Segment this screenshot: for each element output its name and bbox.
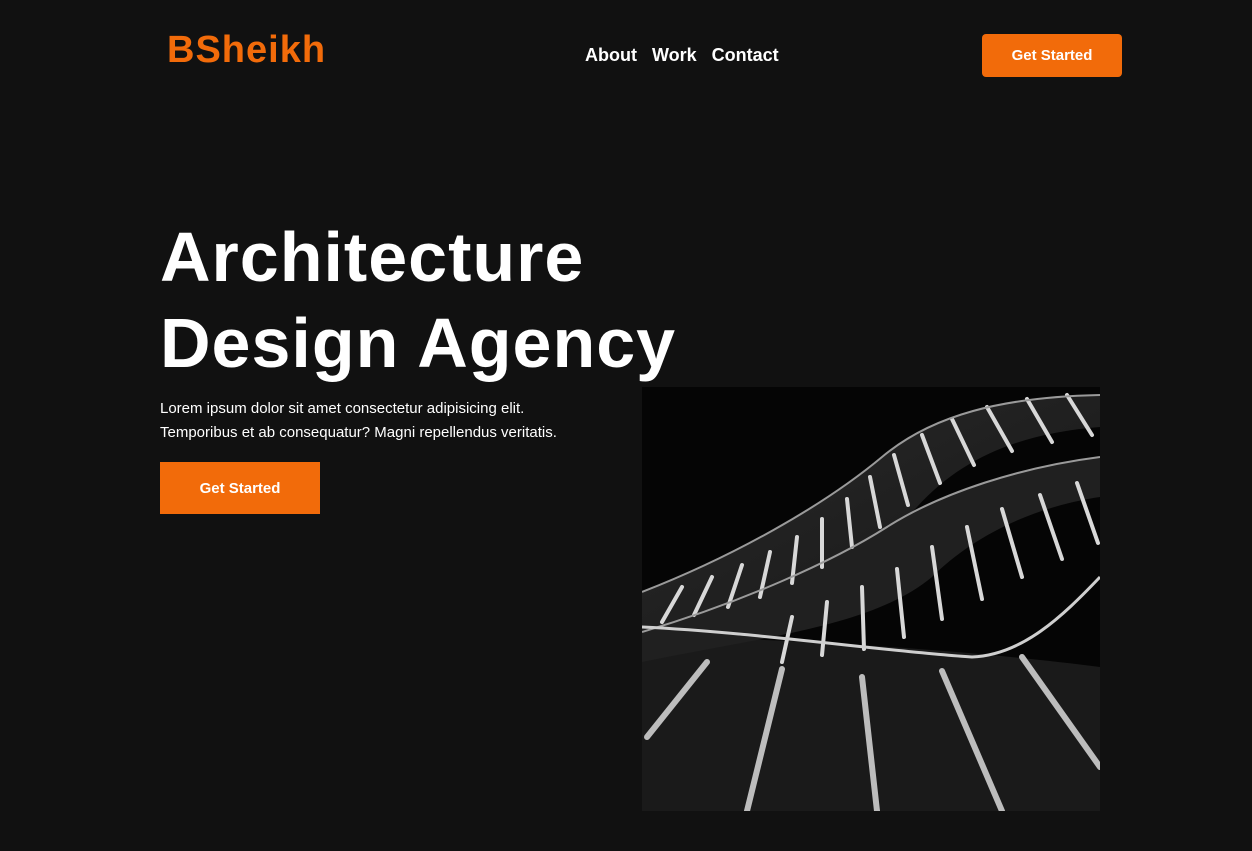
nav-link-work[interactable]: Work — [652, 45, 697, 65]
nav-link-contact[interactable]: Contact — [712, 45, 779, 65]
main-nav: About Work Contact — [585, 45, 779, 65]
architecture-illustration — [642, 387, 1100, 811]
hero-description-line-2: Temporibus et ab consequatur? Magni repe… — [160, 424, 557, 441]
hero-title-line-1: Architecture — [160, 218, 585, 296]
hero-description: Lorem ipsum dolor sit amet consectetur a… — [160, 397, 630, 445]
architecture-image — [642, 387, 1100, 811]
nav-link-about[interactable]: About — [585, 45, 637, 65]
hero-title-line-2: Design Agency — [160, 304, 677, 382]
hero-title: Architecture Design Agency — [160, 214, 676, 386]
header-get-started-button[interactable]: Get Started — [982, 34, 1122, 77]
hero-description-line-1: Lorem ipsum dolor sit amet consectetur a… — [160, 400, 525, 417]
logo[interactable]: BSheikh — [167, 31, 326, 69]
hero-get-started-button[interactable]: Get Started — [160, 462, 320, 514]
